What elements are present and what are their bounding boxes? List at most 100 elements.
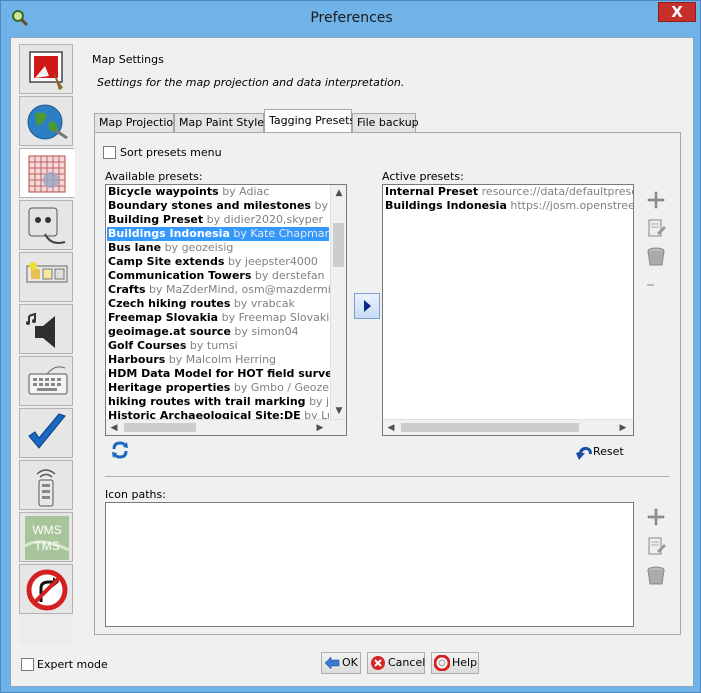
list-item[interactable]: Golf Courses by tumsi bbox=[107, 339, 329, 353]
title-bar[interactable]: Preferences X bbox=[1, 1, 701, 37]
list-item[interactable]: Crafts by MaZderMind, osm@mazdermind.de bbox=[107, 283, 346, 297]
list-item[interactable]: Communication Towers by derstefan bbox=[107, 269, 329, 283]
plug-icon bbox=[28, 207, 66, 244]
delete-active-preset-button[interactable] bbox=[645, 246, 667, 268]
list-item[interactable]: Building Preset by didier2020,skyper bbox=[107, 213, 329, 227]
list-item[interactable]: Bus lane by geozeisig bbox=[107, 241, 329, 255]
help-button[interactable]: Help bbox=[431, 652, 479, 674]
sort-presets-checkbox[interactable] bbox=[103, 146, 116, 159]
sidebar-item-audio[interactable] bbox=[19, 304, 73, 354]
edit-icon-path-button[interactable] bbox=[645, 535, 667, 557]
list-item[interactable]: Bicycle waypoints by Adiac bbox=[107, 185, 329, 199]
edit-active-preset-button[interactable] bbox=[645, 217, 667, 239]
ok-button[interactable]: OK bbox=[321, 652, 361, 674]
list-item[interactable]: Heritage properties by Gmbo / Geozeisig bbox=[107, 381, 346, 395]
scroll-down-arrow-icon[interactable]: ▼ bbox=[331, 403, 346, 419]
minus-icon bbox=[647, 284, 654, 286]
help-lifebuoy-icon bbox=[434, 655, 450, 671]
preferences-window: Preferences X WMS TMS Map Settings Setti… bbox=[0, 0, 701, 693]
ok-arrow-icon bbox=[324, 656, 340, 670]
available-presets-list[interactable]: Bicycle waypoints by Adiac Boundary ston… bbox=[105, 184, 347, 436]
list-item[interactable]: hiking routes with trail marking by jues… bbox=[107, 395, 346, 409]
dialog-body: WMS TMS Map Settings Settings for the ma… bbox=[10, 37, 694, 687]
scroll-right-arrow-icon[interactable]: ▶ bbox=[615, 420, 631, 435]
list-item[interactable]: Internal Preset resource://data/defaultp… bbox=[384, 185, 633, 199]
tab-map-paint-styles[interactable]: Map Paint Styles bbox=[174, 113, 270, 133]
expert-mode-checkbox[interactable] bbox=[21, 658, 34, 671]
reset-button[interactable]: Reset bbox=[573, 442, 635, 464]
refresh-button[interactable] bbox=[109, 439, 131, 461]
scroll-right-arrow-icon[interactable]: ▶ bbox=[312, 420, 328, 435]
available-horizontal-scrollbar[interactable]: ◀ ▶ bbox=[106, 419, 346, 435]
sidebar-item-toolbar[interactable] bbox=[19, 252, 73, 302]
list-item[interactable]: Historic Archaeological Site:DE by Lutz bbox=[107, 409, 329, 419]
plus-icon bbox=[647, 191, 665, 209]
scroll-left-arrow-icon[interactable]: ◀ bbox=[106, 420, 122, 435]
tab-tagging-presets[interactable]: Tagging Presets bbox=[264, 109, 355, 133]
list-item[interactable]: geoimage.at source by simon04 bbox=[107, 325, 329, 339]
sidebar-item-display[interactable] bbox=[19, 44, 73, 94]
sidebar-item-projection[interactable] bbox=[19, 564, 73, 614]
tagging-presets-panel: Sort presets menu Available presets: Act… bbox=[94, 132, 681, 635]
help-label: Help bbox=[452, 656, 478, 669]
delete-icon-path-button[interactable] bbox=[645, 565, 667, 587]
icon-paths-label: Icon paths: bbox=[105, 488, 166, 501]
list-item[interactable]: Harbours by Malcolm Herring bbox=[107, 353, 329, 367]
keyboard-icon bbox=[28, 366, 68, 395]
window-title: Preferences bbox=[310, 10, 393, 26]
available-presets-label: Available presets: bbox=[105, 170, 203, 183]
active-horizontal-scrollbar[interactable]: ◀ ▶ bbox=[383, 419, 633, 435]
tab-map-projection[interactable]: Map Projection bbox=[94, 113, 180, 133]
page-subtitle: Settings for the map projection and data… bbox=[97, 76, 405, 89]
edit-icon bbox=[648, 219, 666, 237]
imagery-line1: WMS bbox=[32, 523, 61, 537]
page-title: Map Settings bbox=[92, 53, 164, 66]
speaker-icon bbox=[26, 312, 55, 348]
active-presets-label: Active presets: bbox=[382, 170, 464, 183]
checkmark-icon bbox=[28, 413, 66, 449]
no-turn-sign-icon bbox=[26, 569, 68, 611]
activate-preset-button[interactable] bbox=[354, 293, 380, 319]
list-item[interactable]: Freemap Slovakia by Freemap Slovakia bbox=[107, 311, 336, 325]
minus-indicator bbox=[647, 279, 655, 289]
available-vertical-scrollbar[interactable]: ▲ ▼ bbox=[330, 185, 346, 419]
add-icon-path-button[interactable] bbox=[645, 506, 667, 528]
cancel-button[interactable]: Cancel bbox=[367, 652, 425, 674]
list-item[interactable]: Czech hiking routes by vrabcak bbox=[107, 297, 329, 311]
scrollbar-thumb[interactable] bbox=[401, 423, 579, 432]
display-settings-icon bbox=[29, 51, 63, 90]
sidebar-item-shortcuts[interactable] bbox=[19, 356, 73, 406]
sidebar-item-validator[interactable] bbox=[19, 408, 73, 458]
scroll-left-arrow-icon[interactable]: ◀ bbox=[383, 420, 399, 435]
section-divider bbox=[105, 476, 670, 477]
sidebar-item-map-settings[interactable] bbox=[19, 148, 75, 198]
sidebar-item-plugins[interactable] bbox=[19, 200, 73, 250]
cancel-label: Cancel bbox=[388, 656, 426, 669]
edit-icon bbox=[648, 537, 666, 555]
sidebar-item-connection[interactable] bbox=[19, 96, 73, 146]
scroll-up-arrow-icon[interactable]: ▲ bbox=[331, 185, 346, 201]
list-item[interactable]: Buildings Indonesia https://josm.openstr… bbox=[384, 199, 633, 213]
list-item[interactable]: Camp Site extends by jeepster4000 bbox=[107, 255, 329, 269]
arrow-right-icon bbox=[364, 300, 371, 312]
tab-file-backup[interactable]: File backup bbox=[352, 113, 419, 133]
sidebar-item-remote-control[interactable] bbox=[19, 460, 73, 510]
scrollbar-thumb[interactable] bbox=[124, 423, 196, 432]
sort-presets-label: Sort presets menu bbox=[120, 146, 222, 159]
icon-paths-list[interactable] bbox=[105, 502, 634, 627]
ok-label: OK bbox=[342, 656, 358, 669]
list-item[interactable]: Boundary stones and milestones by Lübe bbox=[107, 199, 346, 213]
scrollbar-thumb[interactable] bbox=[333, 223, 344, 267]
preferences-sidebar: WMS TMS bbox=[19, 44, 75, 644]
active-presets-list[interactable]: Internal Preset resource://data/defaultp… bbox=[382, 184, 634, 436]
map-grid-icon bbox=[28, 155, 66, 193]
toolbar-icon bbox=[26, 262, 68, 283]
list-item[interactable]: HDM Data Model for HOT field surveys by bbox=[107, 367, 346, 381]
close-button[interactable]: X bbox=[658, 2, 696, 22]
sidebar-item-imagery[interactable]: WMS TMS bbox=[19, 512, 73, 562]
add-active-preset-button[interactable] bbox=[645, 189, 667, 211]
globe-icon bbox=[27, 104, 68, 140]
expert-mode-label: Expert mode bbox=[37, 658, 108, 671]
trash-icon bbox=[647, 247, 665, 266]
list-item-selected[interactable]: Buildings Indonesia by Kate Chapman bbox=[107, 227, 332, 241]
